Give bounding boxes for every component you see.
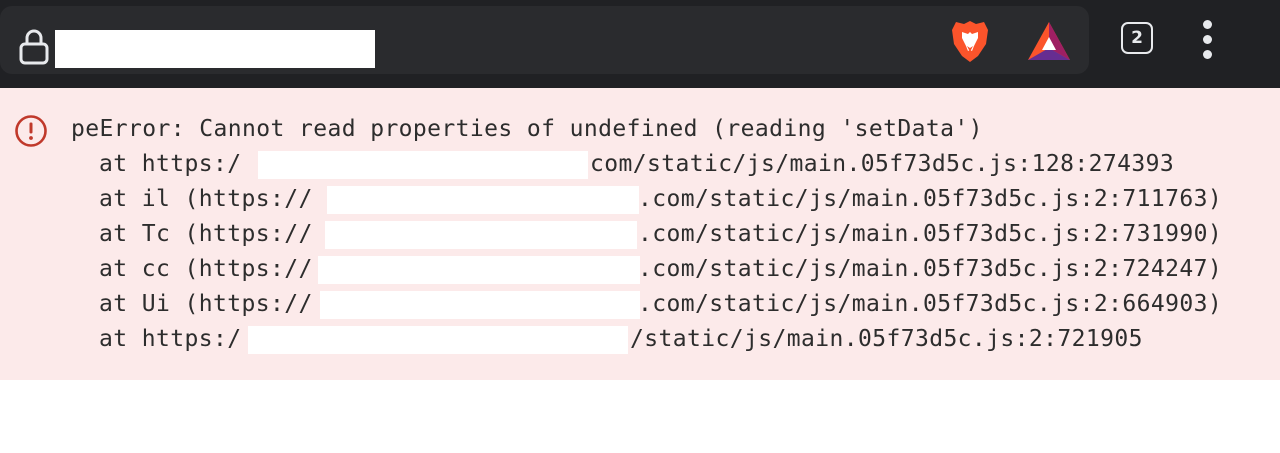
tab-switcher-button[interactable]: 2 <box>1121 22 1153 54</box>
stack-frame-prefix: at https:/ <box>99 326 242 352</box>
bat-rewards-icon[interactable] <box>1026 20 1072 62</box>
url-redacted[interactable] <box>55 30 375 68</box>
stack-frame-suffix: .com/static/js/main.05f73d5c.js:2:711763… <box>638 186 1223 212</box>
stack-frame-prefix: at cc (https:// <box>99 256 313 282</box>
browser-toolbar: 2 <box>0 0 1280 88</box>
error-circle-icon <box>15 115 47 147</box>
brave-lion-icon[interactable] <box>948 18 992 64</box>
redacted-host <box>320 291 640 319</box>
stack-frame-prefix: at il (https:// <box>99 186 313 212</box>
redacted-host <box>327 186 639 214</box>
redacted-host <box>325 221 637 249</box>
redacted-host <box>248 326 628 354</box>
stack-frame-prefix: at Tc (https:// <box>99 221 313 247</box>
error-panel: peError: Cannot read properties of undef… <box>0 88 1280 380</box>
redacted-host <box>318 256 640 284</box>
more-vertical-icon[interactable] <box>1198 20 1218 60</box>
lock-icon[interactable] <box>18 28 50 66</box>
error-title: peError: Cannot read properties of undef… <box>71 116 983 142</box>
stack-frame-prefix: at https:/ <box>99 151 242 177</box>
stack-frame-suffix: /static/js/main.05f73d5c.js:2:721905 <box>630 326 1143 352</box>
address-bar[interactable] <box>0 6 1089 74</box>
stack-frame-suffix: .com/static/js/main.05f73d5c.js:2:724247… <box>638 256 1223 282</box>
stack-frame-suffix: .com/static/js/main.05f73d5c.js:2:731990… <box>638 221 1223 247</box>
tab-count: 2 <box>1131 28 1143 48</box>
stack-frame-suffix: com/static/js/main.05f73d5c.js:128:27439… <box>590 151 1175 177</box>
stack-frame-suffix: .com/static/js/main.05f73d5c.js:2:664903… <box>638 291 1223 317</box>
redacted-host <box>258 151 588 179</box>
stack-frame-prefix: at Ui (https:// <box>99 291 313 317</box>
